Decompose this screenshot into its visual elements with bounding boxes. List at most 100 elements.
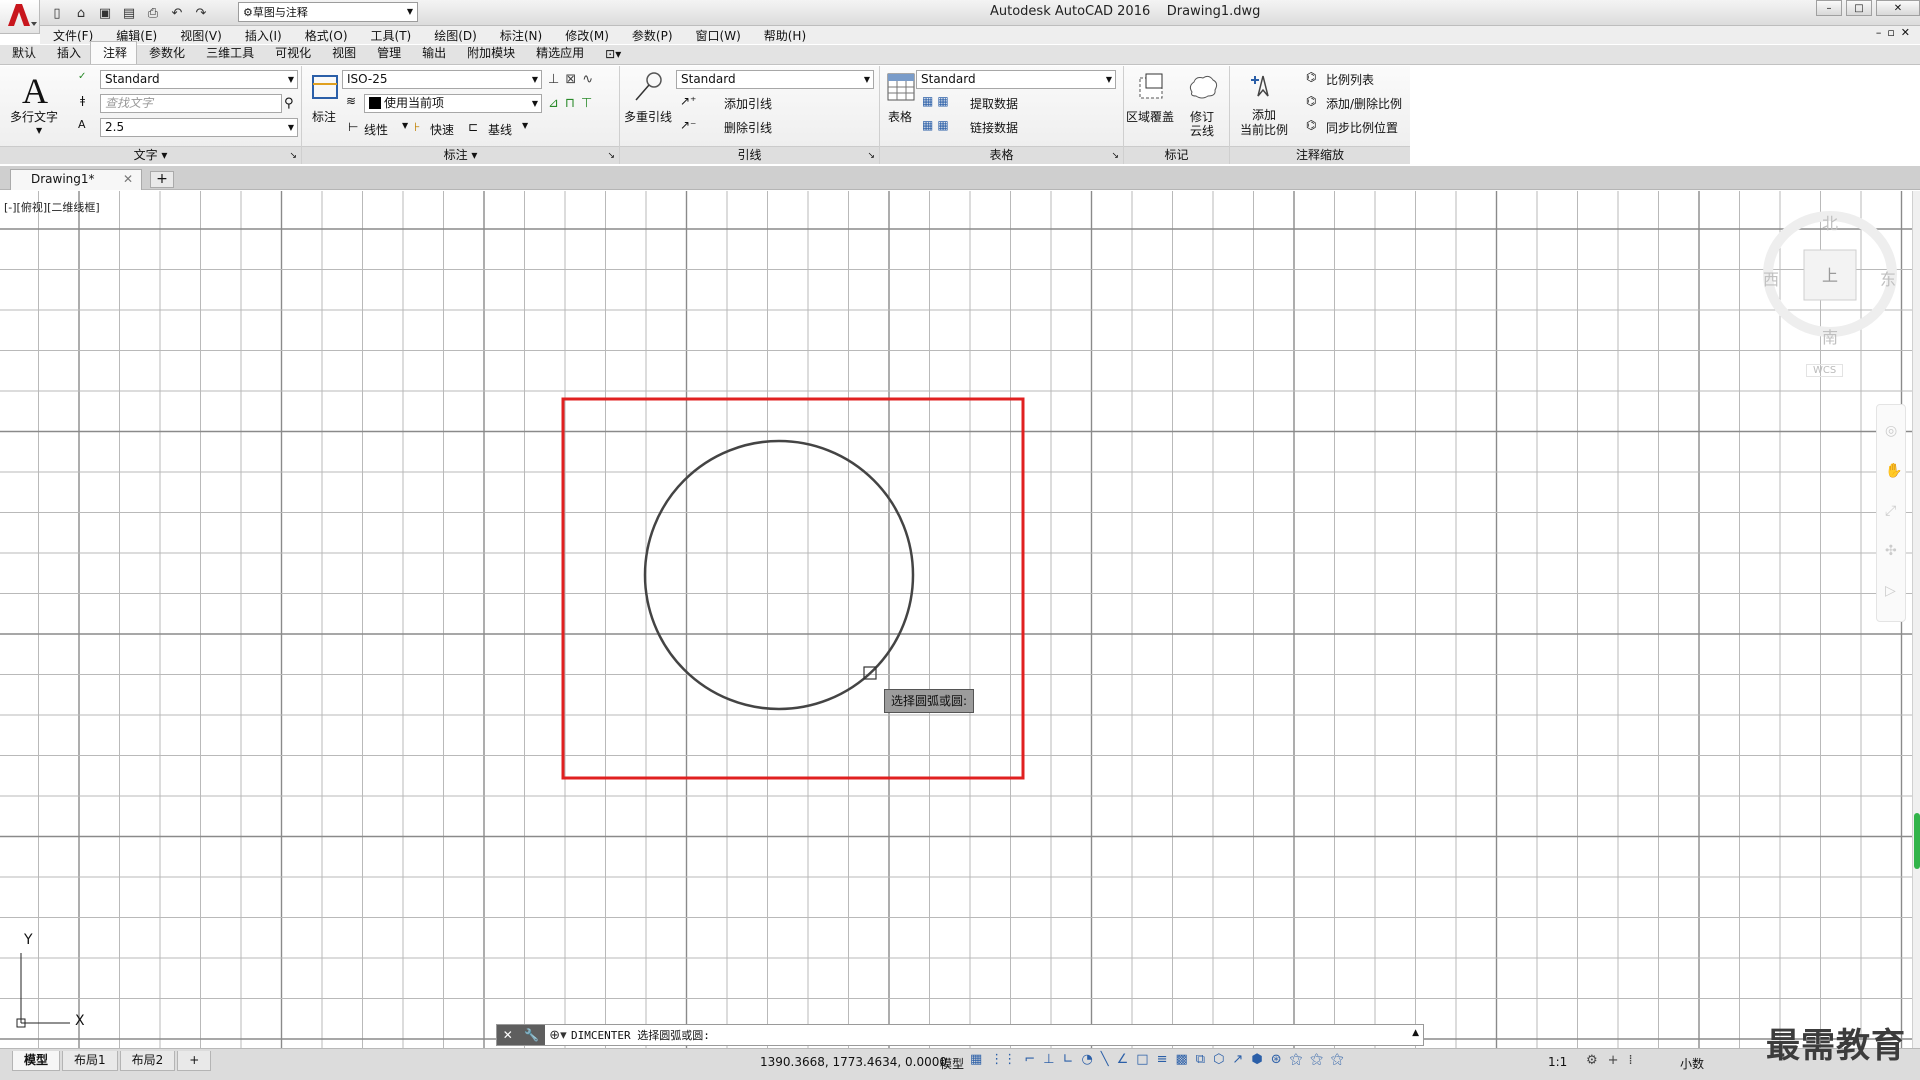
viewcube-east[interactable]: 东 — [1880, 266, 1896, 290]
tab-layout2[interactable]: 布局2 — [119, 1051, 176, 1071]
new-file-icon[interactable]: ▯ — [46, 3, 68, 23]
dimension-layer-dropdown[interactable]: 使用当前项 ▼ — [364, 94, 542, 113]
annotation-scale-dropdown[interactable]: 1:1 — [1548, 1055, 1567, 1069]
pan-icon[interactable]: ✋ — [1885, 463, 1902, 479]
units-dropdown[interactable]: 小数 — [1680, 1055, 1704, 1072]
add-leader-icon[interactable]: ↗⁺ — [680, 94, 696, 108]
menu-modify[interactable]: 修改(M) — [552, 27, 619, 44]
tab-model[interactable]: 模型 — [12, 1051, 61, 1071]
dialog-launcher-icon[interactable]: ↘ — [867, 148, 875, 165]
menu-tools[interactable]: 工具(T) — [358, 27, 422, 44]
remove-leader-button[interactable]: 删除引线 — [724, 119, 772, 136]
tab-featured-apps[interactable]: 精选应用 — [524, 42, 593, 64]
application-menu-button[interactable] — [0, 0, 40, 34]
revcloud-icon[interactable] — [1186, 72, 1220, 102]
table-button-label[interactable]: 表格 — [888, 110, 912, 125]
remove-leader-icon[interactable]: ↗⁻ — [680, 118, 696, 132]
tab-home[interactable]: 默认 — [0, 42, 45, 64]
undo-icon[interactable]: ↶ — [166, 3, 188, 23]
tab-manage[interactable]: 管理 — [365, 42, 410, 64]
orbit-icon[interactable]: ✣ — [1885, 543, 1897, 559]
isodraft-icon[interactable]: ╲ — [1101, 1052, 1109, 1067]
command-line[interactable]: ✕ 🔧 ⊕▾ DIMCENTER 选择圆弧或圆: ▲ — [496, 1024, 1424, 1046]
print-icon[interactable]: ⎙ — [142, 3, 164, 23]
annotation-visibility-icon[interactable]: ⚝ — [1290, 1052, 1303, 1067]
viewcube[interactable]: 北 南 东 西 上 WCS — [1760, 204, 1900, 377]
scale-list-icon[interactable]: ⌬ — [1306, 70, 1316, 84]
quick-dim-button[interactable]: 快速 — [430, 121, 454, 138]
tab-addins[interactable]: 附加模块 — [455, 42, 524, 64]
menu-format[interactable]: 格式(O) — [292, 27, 358, 44]
dynamic-ucs-icon[interactable]: ↗ — [1232, 1052, 1243, 1067]
menu-view[interactable]: 视图(V) — [167, 27, 232, 44]
annotation-scale-icon[interactable]: ⚝ — [1331, 1052, 1344, 1067]
tab-parametric[interactable]: 参数化 — [137, 42, 194, 64]
dimension-edit-icons[interactable]: ⊿⊓⊤ — [548, 96, 598, 111]
dialog-launcher-icon[interactable]: ↘ — [1111, 148, 1119, 165]
ortho-icon[interactable]: ∟ — [1063, 1052, 1074, 1067]
add-delete-scale-button[interactable]: 添加/删除比例 — [1326, 95, 1402, 112]
snap-toggle-icon[interactable]: ⋮⋮ — [990, 1052, 1016, 1067]
viewcube-south[interactable]: 南 — [1822, 324, 1838, 348]
menu-window[interactable]: 窗口(W) — [683, 27, 751, 44]
dimension-style-dropdown[interactable]: ISO-25 ▼ — [342, 70, 542, 89]
menu-parametric[interactable]: 参数(P) — [619, 27, 683, 44]
new-drawing-tab-button[interactable]: + — [150, 171, 174, 188]
drawing-canvas[interactable]: [-][俯视][二维线框] Y X 选择圆弧或圆: — [0, 191, 1912, 1048]
coordinates-display[interactable]: 1390.3668, 1773.4634, 0.0000 — [760, 1055, 947, 1069]
dialog-launcher-icon[interactable]: ↘ — [289, 148, 297, 165]
mtext-icon[interactable]: A — [22, 70, 48, 112]
tab-annotate[interactable]: 注释 — [90, 41, 138, 64]
link-data-button[interactable]: 链接数据 — [970, 119, 1018, 136]
dimension-panel-title[interactable]: 标注 ▾ ↘ — [302, 146, 619, 164]
object-snap-icon[interactable]: □ — [1136, 1052, 1148, 1067]
maximize-button[interactable]: □ — [1846, 0, 1872, 16]
object-snap-tracking-icon[interactable]: ∠ — [1117, 1052, 1129, 1067]
3d-osnap-icon[interactable]: ⬡ — [1213, 1052, 1224, 1067]
table-style-dropdown[interactable]: Standard ▼ — [916, 70, 1116, 89]
workspace-dropdown[interactable]: ⚙ 草图与注释 ▼ — [238, 2, 418, 22]
steering-wheel-icon[interactable]: ◎ — [1885, 423, 1897, 439]
menu-draw[interactable]: 绘图(D) — [421, 27, 487, 44]
dimension-icon[interactable] — [310, 72, 340, 102]
polar-tracking-icon[interactable]: ◔ — [1081, 1052, 1092, 1067]
text-panel-title[interactable]: 文字 ▾ ↘ — [0, 146, 301, 164]
linear-button[interactable]: 线性 — [364, 121, 388, 138]
minimize-button[interactable]: – — [1816, 0, 1842, 16]
scrollbar-thumb[interactable] — [1914, 813, 1920, 869]
revcloud-label-line1[interactable]: 修订 — [1190, 110, 1214, 125]
markup-panel-title[interactable]: 标记 — [1124, 146, 1229, 164]
add-scale-label-line2[interactable]: 当前比例 — [1240, 123, 1288, 138]
dynamic-input-icon[interactable]: ⊥ — [1043, 1052, 1054, 1067]
scale-list-button[interactable]: 比例列表 — [1326, 71, 1374, 88]
drawn-circle[interactable] — [643, 439, 915, 711]
add-leader-button[interactable]: 添加引线 — [724, 95, 772, 112]
multileader-icon[interactable] — [630, 70, 664, 104]
model-space-button[interactable]: 模型 — [940, 1055, 964, 1072]
grid-toggle-icon[interactable]: ▦ — [970, 1052, 982, 1067]
sync-scale-icon[interactable]: ⌬ — [1306, 118, 1316, 132]
quick-dim-icon[interactable]: ⊦ — [414, 120, 420, 134]
tab-view[interactable]: 视图 — [320, 42, 365, 64]
text-height-dropdown[interactable]: 2.5 ▼ — [100, 118, 298, 137]
add-layout-button[interactable]: + — [177, 1051, 212, 1071]
menu-insert[interactable]: 插入(I) — [232, 27, 292, 44]
baseline-dim-icon[interactable]: ⊏ — [468, 120, 478, 134]
tab-drawing1[interactable]: Drawing1* ✕ — [10, 169, 142, 190]
wipeout-button-label[interactable]: 区域覆盖 — [1126, 110, 1174, 125]
text-style-dropdown[interactable]: Standard ▼ — [100, 70, 298, 89]
link-data-icon[interactable]: ▦▦ — [922, 118, 953, 132]
tab-layout1[interactable]: 布局1 — [62, 1051, 118, 1071]
find-text-input[interactable]: 查找文字 — [100, 94, 282, 113]
menu-dimension[interactable]: 标注(N) — [487, 27, 552, 44]
close-button[interactable]: ✕ — [1876, 0, 1920, 16]
viewcube-north[interactable]: 北 — [1822, 210, 1838, 234]
showmotion-icon[interactable]: ▷ — [1885, 583, 1896, 599]
close-icon[interactable]: ✕ — [123, 170, 133, 189]
multileader-button-label[interactable]: 多重引线 — [624, 110, 672, 125]
chevron-down-icon[interactable]: ▼ — [402, 121, 408, 130]
dimension-button-label[interactable]: 标注 — [312, 110, 336, 125]
mtext-button-label[interactable]: 多行文字 — [10, 110, 58, 125]
tab-3d-tools[interactable]: 三维工具 — [194, 42, 263, 64]
close-icon[interactable]: ✕ — [503, 1028, 513, 1042]
